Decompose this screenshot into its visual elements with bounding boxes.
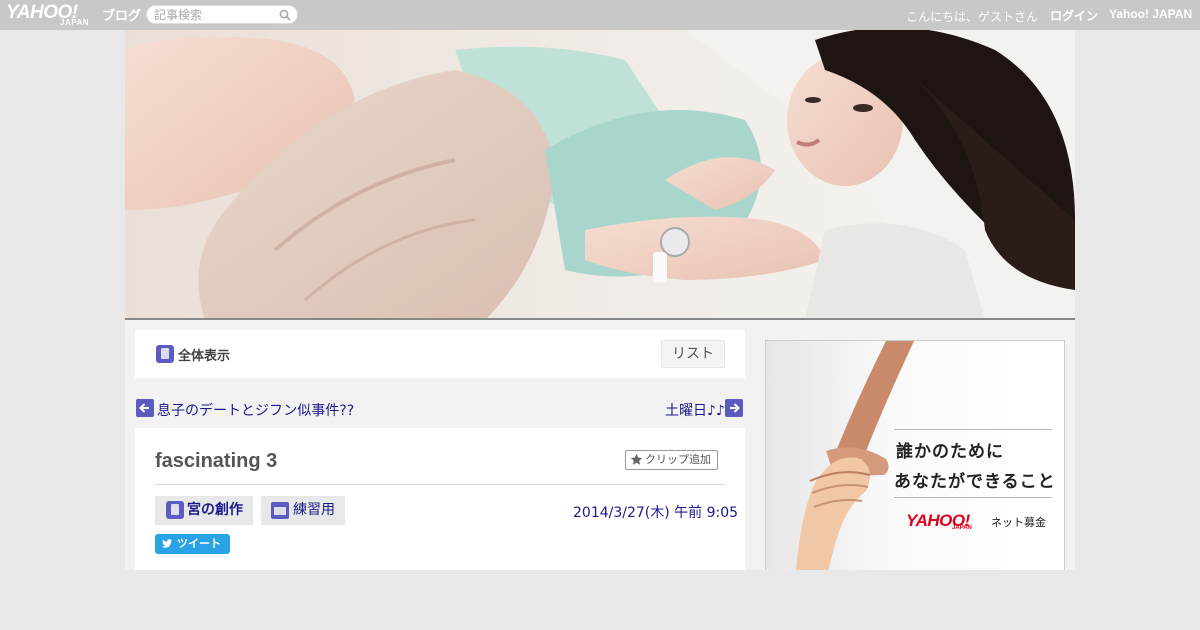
divider (155, 484, 725, 485)
document-icon (156, 345, 174, 363)
ad-banner[interactable]: 誰かのために あなたができること YAHOO! JAPAN ネット募金 (765, 340, 1065, 570)
ad-rule (894, 497, 1052, 498)
full-view-link[interactable]: 全体表示 (178, 345, 230, 364)
blog-label[interactable]: ブログ (102, 5, 141, 24)
ad-logo-sub: JAPAN (952, 525, 972, 531)
view-bar: 全体表示 リスト (135, 330, 745, 378)
article: fascinating 3 クリップ追加 宮の創作 練習用 2014/3/27(… (135, 428, 745, 570)
page-bottom (0, 570, 1200, 630)
search-input[interactable] (154, 7, 279, 23)
search-icon[interactable] (279, 9, 291, 21)
clip-add-button[interactable]: クリップ追加 (625, 450, 718, 470)
search-box (146, 5, 298, 24)
ad-rule (894, 429, 1052, 430)
folder-label: 練習用 (293, 502, 335, 518)
greeting-text: こんにちは、ゲストさん (906, 10, 1039, 24)
star-icon (630, 453, 643, 465)
top-bar: YAHOO! JAPAN ブログ こんにちは、ゲストさん ログイン Yahoo!… (0, 0, 1200, 30)
header-photo (125, 30, 1075, 318)
blog-header-image (125, 30, 1075, 320)
yahoo-logo[interactable]: YAHOO! JAPAN (6, 3, 98, 28)
category-tag[interactable]: 宮の創作 (155, 496, 253, 525)
category-label: 宮の創作 (187, 502, 243, 518)
ad-headline-2: あなたができること (894, 472, 1056, 492)
arrow-right-icon[interactable] (725, 399, 743, 417)
ad-tagline: ネット募金 (991, 516, 1046, 529)
tweet-label: ツイート (177, 537, 221, 550)
logo-sub-text: JAPAN (60, 18, 90, 27)
folder-tag[interactable]: 練習用 (261, 496, 345, 525)
list-button[interactable]: リスト (661, 340, 725, 368)
post-date[interactable]: 2014/3/27(木) 午前 9:05 (573, 502, 738, 522)
yahoo-japan-link[interactable]: Yahoo! JAPAN (1109, 7, 1192, 21)
document-icon (166, 501, 184, 519)
main-content: 全体表示 リスト 息子のデートとジフン似事件?? 土曜日♪♪ fascinati… (125, 320, 1075, 570)
arrow-left-icon[interactable] (136, 399, 154, 417)
twitter-bird-icon (161, 539, 173, 548)
prev-post-link[interactable]: 息子のデートとジフン似事件?? (157, 400, 354, 420)
folder-icon (271, 502, 289, 519)
next-post-link[interactable]: 土曜日♪♪ (665, 400, 725, 420)
article-title: fascinating 3 (155, 450, 278, 472)
login-link[interactable]: ログイン (1050, 7, 1098, 24)
ad-headline-1: 誰かのために (896, 442, 1004, 462)
clip-add-label: クリップ追加 (645, 453, 711, 466)
tweet-button[interactable]: ツイート (155, 534, 230, 554)
